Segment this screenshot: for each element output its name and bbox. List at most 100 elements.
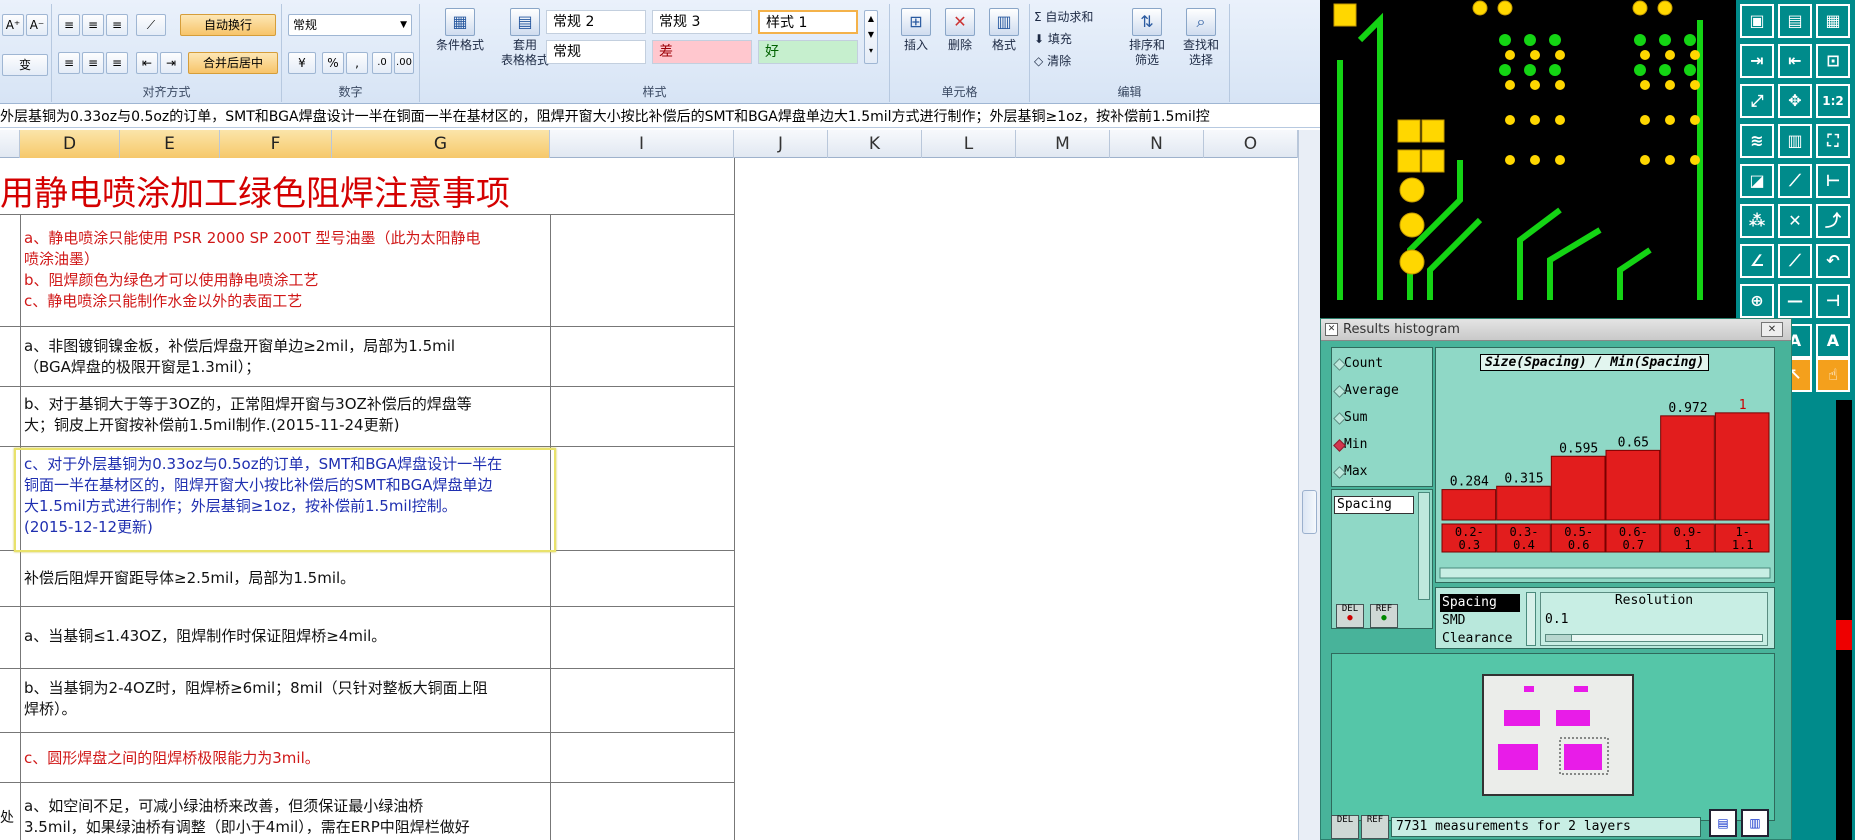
tool-arc-icon[interactable]: ↶ bbox=[1816, 244, 1850, 278]
cell-d-row-j[interactable]: c、圆形焊盘之间的阻焊桥极限能力为3mil。 bbox=[24, 748, 550, 769]
number-format-select[interactable]: 常规 ▼ bbox=[288, 14, 412, 36]
column-header-n[interactable]: N bbox=[1110, 130, 1204, 158]
style-bad[interactable]: 差 bbox=[652, 40, 752, 64]
tool-move-icon[interactable]: ✥ bbox=[1778, 84, 1812, 118]
pcb-layout-view[interactable] bbox=[1320, 0, 1736, 318]
decrease-decimal-button[interactable]: .00 bbox=[394, 52, 414, 74]
tool-select-icon[interactable]: ◪ bbox=[1740, 164, 1774, 198]
autosum-button[interactable]: Σ 自动求和 bbox=[1034, 10, 1118, 25]
tool-route-icon[interactable]: ⤴ bbox=[1816, 204, 1850, 238]
layer-list[interactable]: Spacing SMD Clearance bbox=[1440, 594, 1520, 648]
layer-scrollbar[interactable] bbox=[1526, 592, 1536, 646]
find-select-button[interactable]: ⌕ 查找和 选择 bbox=[1174, 8, 1228, 68]
decrease-indent-button[interactable]: ⇤ bbox=[136, 52, 158, 74]
cell-d-row-c[interactable]: c、静电喷涂只能制作水金以外的表面工艺 bbox=[24, 291, 550, 312]
font-size-up-button[interactable]: A⁺ bbox=[2, 14, 24, 36]
column-header-i[interactable]: I bbox=[550, 130, 734, 158]
tool-measure-icon[interactable]: ⊢ bbox=[1816, 164, 1850, 198]
option-sum[interactable]: Sum bbox=[1344, 410, 1367, 425]
font-size-down-button[interactable]: A⁻ bbox=[26, 14, 48, 36]
tool-split-icon[interactable]: ⊣ bbox=[1816, 284, 1850, 318]
percent-button[interactable]: % bbox=[322, 52, 344, 74]
tool-scale-icon[interactable]: 1:2 bbox=[1816, 84, 1850, 118]
tool-connect-icon[interactable]: ⁂ bbox=[1740, 204, 1774, 238]
tool-layer-icon[interactable]: ≋ bbox=[1740, 124, 1774, 158]
delete-button[interactable]: ✕ 删除 bbox=[938, 8, 982, 53]
tool-paste-icon[interactable]: ▤ bbox=[1778, 4, 1812, 38]
column-header-e[interactable]: E bbox=[120, 130, 220, 158]
style-good[interactable]: 好 bbox=[758, 40, 858, 64]
tool-draw-icon[interactable]: ⟋ bbox=[1778, 164, 1812, 198]
option-max[interactable]: Max bbox=[1344, 464, 1367, 479]
align-middle-button[interactable]: ≡ bbox=[82, 14, 104, 36]
vertical-scrollbar[interactable] bbox=[1298, 130, 1320, 840]
tool-table-icon[interactable]: ▥ bbox=[1778, 124, 1812, 158]
resolution-value[interactable]: 0.1 bbox=[1541, 612, 1767, 627]
cell-d-row-k[interactable]: a、如空间不足，可减小绿油桥来改善，但须保证最小绿油桥 3.5mil，如果绿油桥有… bbox=[24, 796, 550, 838]
align-right-button[interactable]: ≡ bbox=[106, 52, 128, 74]
accounting-format-button[interactable]: ¥ bbox=[288, 52, 316, 74]
cell-d-row-g[interactable]: 补偿后阻焊开窗距导体≥2.5mil，局部为1.5mil。 bbox=[24, 568, 550, 589]
comma-button[interactable]: , bbox=[346, 52, 368, 74]
orientation-button[interactable]: ⟋ bbox=[136, 14, 166, 36]
resolution-slider-thumb[interactable] bbox=[1546, 635, 1572, 641]
cell-c-fragment[interactable]: 处 bbox=[0, 808, 14, 829]
layer-item-clearance[interactable]: Clearance bbox=[1440, 630, 1520, 648]
histogram-scrollbar[interactable] bbox=[1439, 567, 1771, 579]
tool-frame-icon[interactable]: ⊡ bbox=[1816, 44, 1850, 78]
tool-copy-icon[interactable]: ▣ bbox=[1740, 4, 1774, 38]
tool-pin-icon[interactable]: ⊕ bbox=[1740, 284, 1774, 318]
tool-import-icon[interactable]: ⇥ bbox=[1740, 44, 1774, 78]
del-button[interactable]: DEL ● bbox=[1336, 604, 1364, 628]
cell-d-row-d[interactable]: a、非图镀铜镍金板，补偿后焊盘开窗单边≥2mil，局部为1.5mil （BGA焊盘… bbox=[24, 336, 550, 378]
tool-net-icon[interactable]: ⛶ bbox=[1816, 124, 1850, 158]
insert-button[interactable]: ⊞ 插入 bbox=[894, 8, 938, 53]
column-header-j[interactable]: J bbox=[734, 130, 828, 158]
tool-grid-icon[interactable]: ▦ bbox=[1816, 4, 1850, 38]
column-header-m[interactable]: M bbox=[1016, 130, 1110, 158]
tool-hand-icon[interactable]: ☝ bbox=[1816, 358, 1850, 392]
tool-angle-icon[interactable]: ∠ bbox=[1740, 244, 1774, 278]
layer-item-spacing[interactable]: Spacing bbox=[1440, 594, 1520, 612]
list-item-spacing[interactable]: Spacing bbox=[1334, 496, 1414, 514]
export-chart-icon[interactable]: ▤ bbox=[1709, 809, 1737, 837]
style-normal3[interactable]: 常规 3 bbox=[652, 10, 752, 34]
cell-d-row-a[interactable]: a、静电喷涂只能使用 PSR 2000 SP 200T 型号油墨（此为太阳静电喷… bbox=[24, 228, 550, 270]
cell-d-row-i[interactable]: b、当基铜为2-4OZ时，阻焊桥≥6mil；8mil（只针对整板大铜面上阻 焊桥）… bbox=[24, 678, 550, 720]
align-bottom-button[interactable]: ≡ bbox=[106, 14, 128, 36]
align-top-button[interactable]: ≡ bbox=[58, 14, 80, 36]
tool-cross-icon[interactable]: ✕ bbox=[1778, 204, 1812, 238]
style-style1[interactable]: 样式 1 bbox=[758, 10, 858, 34]
wrap-text-button[interactable]: 自动换行 bbox=[180, 14, 276, 36]
style-normal[interactable]: 常规 bbox=[546, 40, 646, 64]
column-header-c[interactable] bbox=[0, 130, 20, 158]
tool-dash-icon[interactable]: — bbox=[1778, 284, 1812, 318]
conditional-format-button[interactable]: ▦ 条件格式 bbox=[430, 8, 490, 53]
increase-indent-button[interactable]: ⇥ bbox=[160, 52, 182, 74]
cell-d-row-h[interactable]: a、当基铜≤1.43OZ，阻焊制作时保证阻焊桥≥4mil。 bbox=[24, 626, 550, 647]
column-header-o[interactable]: O bbox=[1204, 130, 1298, 158]
align-center-button[interactable]: ≡ bbox=[82, 52, 104, 74]
list-scrollbar[interactable] bbox=[1418, 492, 1430, 600]
format-button[interactable]: ▥ 格式 bbox=[982, 8, 1026, 53]
ref-button[interactable]: REF ● bbox=[1370, 604, 1398, 628]
print-chart-icon[interactable]: ▥ bbox=[1741, 809, 1769, 837]
column-header-d[interactable]: D bbox=[20, 130, 120, 158]
tool-export-icon[interactable]: ⇤ bbox=[1778, 44, 1812, 78]
layer-item-smd[interactable]: SMD bbox=[1440, 612, 1520, 630]
resolution-slider[interactable] bbox=[1545, 634, 1763, 642]
close-icon[interactable]: ✕ bbox=[1761, 322, 1783, 337]
clear-button[interactable]: ◇ 清除 bbox=[1034, 54, 1118, 69]
column-header-g[interactable]: G bbox=[332, 130, 550, 158]
column-header-k[interactable]: K bbox=[828, 130, 922, 158]
scrollbar-thumb[interactable] bbox=[1302, 490, 1317, 534]
increase-decimal-button[interactable]: .0 bbox=[372, 52, 392, 74]
fill-button[interactable]: ⬇ 填充 bbox=[1034, 32, 1118, 47]
tool-line-icon[interactable]: ⟋ bbox=[1778, 244, 1812, 278]
column-header-l[interactable]: L bbox=[922, 130, 1016, 158]
cell-d-row-b[interactable]: b、阻焊颜色为绿色才可以使用静电喷涂工艺 bbox=[24, 270, 550, 291]
tool-text-alt-icon[interactable]: A bbox=[1816, 324, 1850, 358]
align-left-button[interactable]: ≡ bbox=[58, 52, 80, 74]
sort-filter-button[interactable]: ⇅ 排序和 筛选 bbox=[1120, 8, 1174, 68]
option-count[interactable]: Count bbox=[1344, 356, 1383, 371]
